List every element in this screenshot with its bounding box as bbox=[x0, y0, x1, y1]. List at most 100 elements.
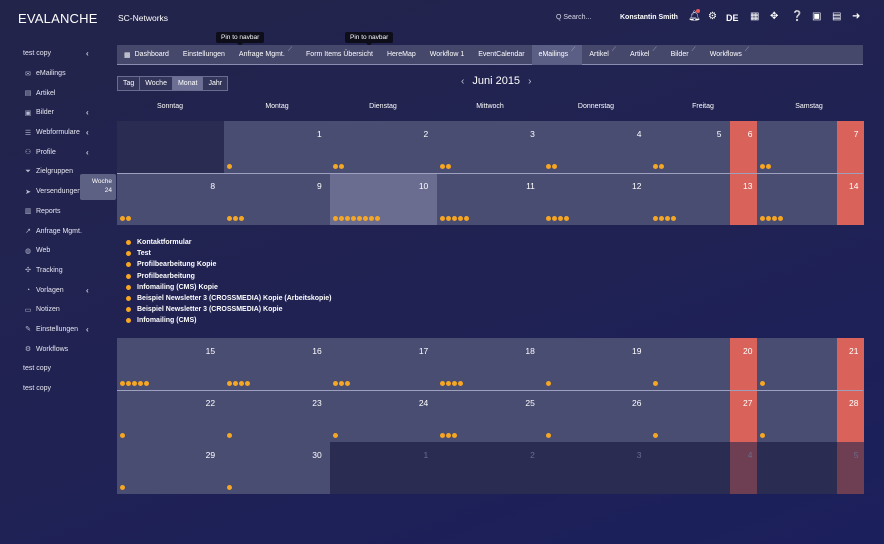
event-dot[interactable] bbox=[375, 216, 381, 221]
event-dot[interactable] bbox=[653, 433, 658, 438]
chevron-left-icon[interactable]: ‹ bbox=[86, 325, 89, 334]
calendar-day[interactable]: 23 bbox=[223, 390, 331, 442]
event-dot[interactable] bbox=[760, 216, 765, 221]
event-dots[interactable] bbox=[546, 433, 552, 438]
event-dots[interactable] bbox=[333, 164, 345, 169]
calendar-day[interactable]: 2 bbox=[330, 121, 438, 173]
nav-tab[interactable]: Bilder ⟋ bbox=[664, 45, 703, 65]
event-dot[interactable] bbox=[226, 433, 232, 438]
event-dots[interactable] bbox=[120, 216, 132, 221]
event-dot[interactable] bbox=[760, 164, 765, 169]
nav-tab[interactable]: Anfrage Mgmt. ⟋ bbox=[232, 45, 299, 65]
event-dots[interactable] bbox=[760, 164, 772, 169]
view-button-woche[interactable]: Woche bbox=[139, 76, 173, 91]
calendar-day[interactable]: 14 bbox=[837, 173, 864, 225]
event-dot[interactable] bbox=[339, 164, 345, 169]
sidebar-item[interactable]: ▤ Artikel bbox=[0, 83, 104, 103]
event-dot[interactable] bbox=[232, 216, 238, 221]
inbox-icon[interactable]: ▤ bbox=[832, 11, 841, 23]
chevron-left-icon[interactable]: ‹ bbox=[86, 128, 89, 137]
sidebar-item[interactable]: ✣ Tracking bbox=[0, 261, 104, 281]
calendar-day[interactable]: 21 bbox=[837, 338, 864, 390]
event-dot[interactable] bbox=[439, 216, 445, 221]
calendar-day[interactable]: 9 bbox=[223, 173, 331, 225]
event-dot[interactable] bbox=[333, 164, 339, 169]
nav-tab[interactable]: ▦ Dashboard bbox=[117, 45, 176, 65]
calendar-day[interactable] bbox=[650, 442, 731, 494]
event-dot[interactable] bbox=[345, 216, 351, 221]
event-item[interactable]: Test bbox=[126, 248, 331, 259]
event-dot[interactable] bbox=[760, 381, 765, 386]
calendar-day[interactable] bbox=[650, 338, 731, 390]
calendar-day[interactable]: 22 bbox=[117, 390, 225, 442]
event-dot[interactable] bbox=[339, 216, 345, 221]
nav-tab[interactable]: Einstellungen bbox=[176, 45, 232, 65]
calendar-day[interactable]: 26 bbox=[543, 390, 651, 442]
calendar-day[interactable] bbox=[650, 173, 731, 225]
event-dot[interactable] bbox=[445, 433, 451, 438]
event-item[interactable]: Beispiel Newsletter 3 (CROSSMEDIA) Kopie… bbox=[126, 293, 331, 304]
event-dot[interactable] bbox=[120, 216, 125, 221]
calendar-day[interactable]: 24 bbox=[330, 390, 438, 442]
sidebar-item[interactable]: test copy ‹ bbox=[0, 44, 104, 64]
sidebar-item[interactable]: ⚇ Profile ‹ bbox=[0, 142, 104, 162]
language-switch[interactable]: DE bbox=[726, 12, 739, 24]
event-dot[interactable] bbox=[564, 216, 570, 221]
event-dot[interactable] bbox=[138, 381, 143, 386]
calendar-day[interactable]: 25 bbox=[436, 390, 544, 442]
calendar-day[interactable]: 5 bbox=[837, 442, 864, 494]
calendar-day[interactable] bbox=[650, 390, 731, 442]
event-dot[interactable] bbox=[772, 216, 777, 221]
event-dot[interactable] bbox=[238, 216, 244, 221]
calendar-day[interactable]: 16 bbox=[223, 338, 331, 390]
event-dots[interactable] bbox=[653, 433, 659, 438]
calendar-day[interactable] bbox=[757, 442, 838, 494]
event-dot[interactable] bbox=[558, 216, 564, 221]
event-dot[interactable] bbox=[451, 381, 457, 386]
calendar-day[interactable] bbox=[757, 338, 838, 390]
event-dots[interactable] bbox=[653, 381, 659, 386]
calendar-day[interactable]: 20 bbox=[730, 338, 758, 390]
chevron-left-icon[interactable]: ‹ bbox=[86, 49, 89, 58]
next-month-button[interactable]: › bbox=[528, 76, 531, 87]
event-dots[interactable] bbox=[653, 216, 677, 221]
sidebar-item[interactable]: ☰ Webformulare ‹ bbox=[0, 123, 104, 143]
calendar-day[interactable]: 12 bbox=[543, 173, 651, 225]
event-dot[interactable] bbox=[457, 216, 463, 221]
event-dot[interactable] bbox=[345, 381, 351, 386]
event-dot[interactable] bbox=[445, 216, 451, 221]
event-dot[interactable] bbox=[760, 433, 765, 438]
frame-icon[interactable]: ▣ bbox=[812, 11, 821, 23]
brand-logo[interactable]: EVALANCHE bbox=[18, 11, 98, 26]
move-icon[interactable]: ✥ bbox=[770, 11, 778, 23]
event-dot[interactable] bbox=[665, 216, 670, 221]
sidebar-item[interactable]: ▭ Notizen bbox=[0, 300, 104, 320]
calendar-day[interactable]: 3 bbox=[436, 121, 544, 173]
view-button-monat[interactable]: Monat bbox=[171, 76, 204, 91]
calendar-day[interactable]: 3 bbox=[543, 442, 651, 494]
event-dot[interactable] bbox=[439, 164, 445, 169]
nav-tab[interactable]: Workflow 1 bbox=[423, 45, 472, 65]
event-dots[interactable] bbox=[653, 164, 665, 169]
event-dot[interactable] bbox=[333, 433, 339, 438]
event-dot[interactable] bbox=[144, 381, 149, 386]
event-dot[interactable] bbox=[132, 381, 137, 386]
event-item[interactable]: Beispiel Newsletter 3 (CROSSMEDIA) Kopie bbox=[126, 304, 331, 315]
event-dot[interactable] bbox=[351, 216, 357, 221]
event-dots[interactable] bbox=[760, 216, 784, 221]
event-dot[interactable] bbox=[445, 381, 451, 386]
calendar-day[interactable] bbox=[757, 390, 838, 442]
nav-tab[interactable]: Workflows ⟋ bbox=[703, 45, 756, 65]
event-dot[interactable] bbox=[546, 216, 552, 221]
event-dot[interactable] bbox=[244, 381, 250, 386]
event-dot[interactable] bbox=[457, 381, 463, 386]
event-dot[interactable] bbox=[445, 164, 451, 169]
event-dot[interactable] bbox=[766, 164, 771, 169]
event-dot[interactable] bbox=[653, 381, 658, 386]
sidebar-item[interactable]: ◍ Web bbox=[0, 241, 104, 261]
calendar-day[interactable]: 13 bbox=[730, 173, 758, 225]
event-dot[interactable] bbox=[451, 433, 457, 438]
event-dot[interactable] bbox=[546, 381, 552, 386]
event-dot[interactable] bbox=[653, 164, 658, 169]
event-dots[interactable] bbox=[226, 433, 233, 438]
